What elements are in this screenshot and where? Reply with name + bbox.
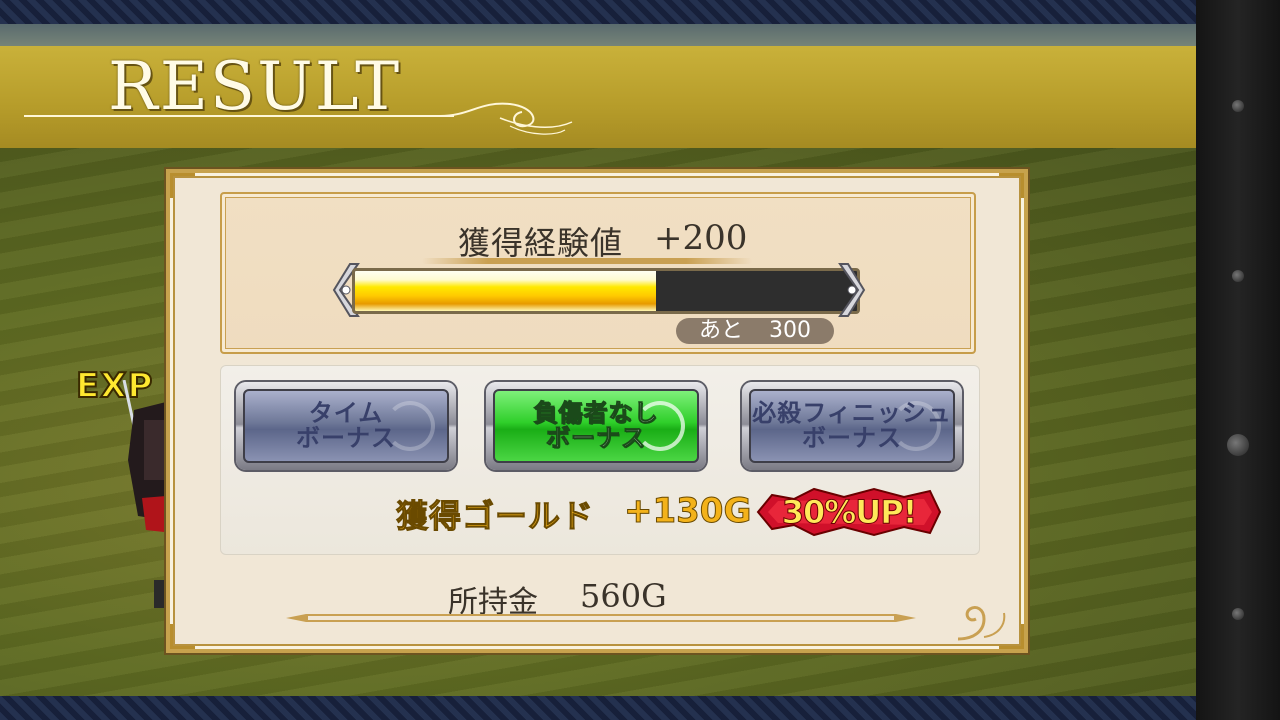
bottom-ornament-icon — [286, 614, 916, 622]
result-title: RESULT — [108, 48, 402, 125]
corner-ornament — [170, 173, 195, 198]
gold-label: 獲得ゴールド — [395, 497, 595, 536]
bonus-line-1: 負傷者なし — [533, 399, 659, 427]
bonus-line-2: ボーナス — [296, 424, 396, 452]
bonus-line-1: タイム — [308, 399, 384, 427]
title-underline — [24, 115, 454, 117]
character-sprite — [122, 380, 170, 608]
bar-cap-right-icon — [838, 263, 866, 317]
nav-dot-icon[interactable] — [1232, 100, 1244, 112]
owned-money-value: 560G — [580, 577, 667, 615]
corner-ornament — [170, 624, 195, 649]
no-injury-bonus-button[interactable]: 負傷者なし ボーナス — [486, 382, 706, 470]
exp-remaining-value: 300 — [769, 318, 811, 343]
nav-dot-icon[interactable] — [1232, 270, 1244, 282]
result-dialog: 獲得経験値 +200 あと 300 タイム ボーナス 負傷者なし ボーナス 必殺… — [166, 169, 1028, 653]
nav-home-icon[interactable] — [1227, 434, 1249, 456]
bonus-line-2: ボーナス — [802, 424, 902, 452]
exp-remaining-pill: あと 300 — [676, 318, 834, 344]
bonus-line-1: 必殺フィニッシュ — [752, 399, 952, 427]
experience-panel: 獲得経験値 +200 あと 300 — [220, 192, 976, 354]
bottom-pattern-border — [0, 696, 1196, 720]
exp-progress-bar — [352, 268, 860, 314]
top-pattern-border — [0, 0, 1196, 24]
bonus-panel: タイム ボーナス 負傷者なし ボーナス 必殺フィニッシュ ボーナス 獲得ゴールド… — [220, 365, 980, 555]
gold-up-text: 30%UP! — [781, 493, 918, 532]
time-bonus-button[interactable]: タイム ボーナス — [236, 382, 456, 470]
bonus-line-2: ボーナス — [546, 424, 646, 452]
gold-up-badge: 30%UP! — [754, 487, 944, 537]
exp-gain: +200 — [654, 218, 748, 258]
corner-swirl-icon — [957, 605, 1006, 641]
title-flourish-icon — [440, 102, 573, 135]
nav-dot-icon[interactable] — [1232, 608, 1244, 620]
exp-ornament — [422, 258, 752, 264]
corner-ornament — [999, 173, 1024, 198]
exp-progress-fill — [355, 271, 657, 311]
gold-gain: +130G — [623, 491, 752, 532]
exp-remaining-label: あと — [698, 318, 743, 343]
finisher-bonus-button[interactable]: 必殺フィニッシュ ボーナス — [742, 382, 962, 470]
